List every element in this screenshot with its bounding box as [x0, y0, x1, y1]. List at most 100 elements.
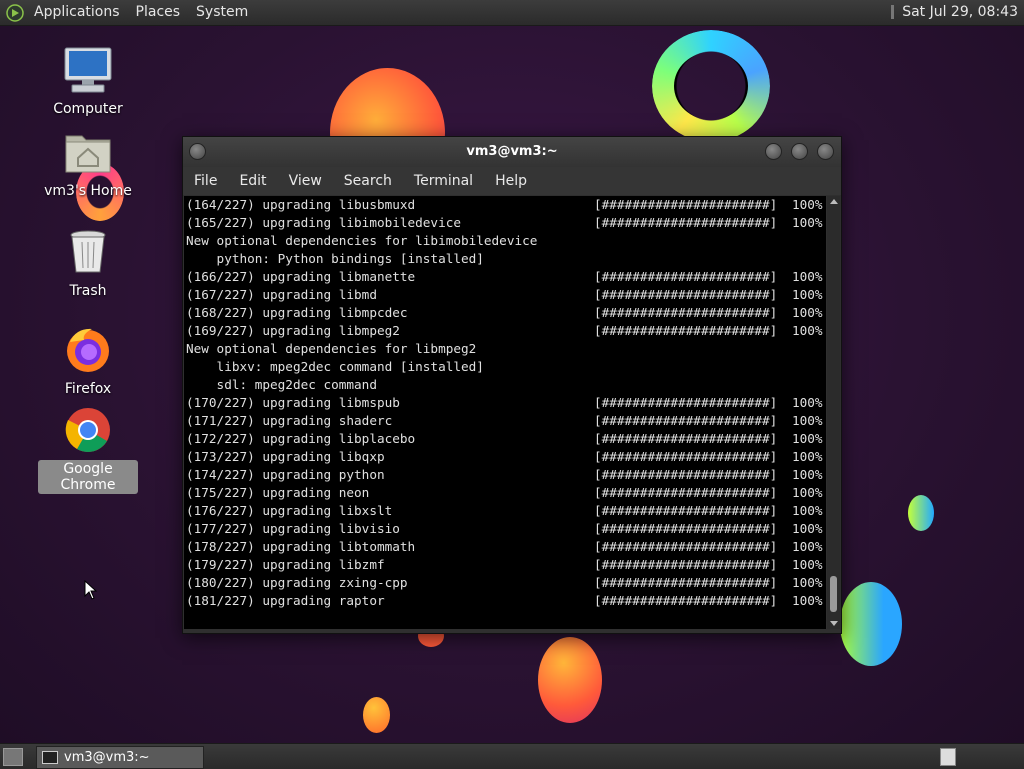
terminal-line-text: (177/227) upgrading libvisio	[186, 521, 400, 536]
home-folder-icon	[65, 135, 111, 173]
terminal-scrollbar[interactable]	[827, 196, 840, 629]
terminal-line-text: libxv: mpeg2dec command [installed]	[186, 359, 484, 374]
terminal-line: libxv: mpeg2dec command [installed]	[184, 358, 826, 376]
terminal-line-text: (169/227) upgrading libmpeg2	[186, 323, 400, 338]
terminal-line-text: (166/227) upgrading libmanette	[186, 269, 416, 284]
terminal-line-text: (175/227) upgrading neon	[186, 485, 370, 500]
progress-bar-text: [######################]	[594, 539, 778, 554]
terminal-line: (175/227) upgrading neon [###############…	[184, 484, 826, 502]
terminal-line: (174/227) upgrading python [#############…	[184, 466, 826, 484]
progress-bar-text: [######################]	[594, 557, 778, 572]
terminal-line-text: (174/227) upgrading python	[186, 467, 385, 482]
menu-search[interactable]: Search	[333, 173, 403, 189]
progress-percent: 100%	[792, 269, 823, 284]
progress-bar-text: [######################]	[594, 413, 778, 428]
progress-bar-text: [######################]	[594, 395, 778, 410]
menu-applications[interactable]: Applications	[26, 0, 128, 25]
panel-grip	[891, 5, 895, 19]
progress-percent: 100%	[792, 467, 823, 482]
scrollbar-thumb[interactable]	[830, 576, 837, 612]
terminal-line: (171/227) upgrading shaderc [############…	[184, 412, 826, 430]
progress-percent: 100%	[792, 521, 823, 536]
taskbar-window-label: vm3@vm3:~	[64, 750, 150, 765]
terminal-line: (176/227) upgrading libxslt [############…	[184, 502, 826, 520]
menu-help[interactable]: Help	[484, 173, 538, 189]
progress-percent: 100%	[792, 539, 823, 554]
progress-bar-text: [######################]	[594, 197, 778, 212]
menu-places[interactable]: Places	[128, 0, 189, 25]
progress-percent: 100%	[792, 197, 823, 212]
progress-bar-text: [######################]	[594, 431, 778, 446]
menu-terminal[interactable]: Terminal	[403, 173, 484, 189]
terminal-line: sdl: mpeg2dec command	[184, 376, 826, 394]
desktop-icon-firefox[interactable]: Firefox	[38, 326, 138, 398]
desktop-icon-label: vm3's Home	[44, 183, 132, 199]
progress-percent: 100%	[792, 575, 823, 590]
progress-percent: 100%	[792, 431, 823, 446]
show-desktop-icon[interactable]	[3, 748, 23, 766]
window-menu-button[interactable]	[189, 143, 206, 160]
terminal-line-text: (171/227) upgrading shaderc	[186, 413, 393, 428]
progress-bar-text: [######################]	[594, 575, 778, 590]
terminal-line-text: (168/227) upgrading libmpcdec	[186, 305, 408, 320]
terminal-line-text: New optional dependencies for libmpeg2	[186, 341, 477, 356]
menu-edit[interactable]: Edit	[228, 173, 277, 189]
terminal-line-text: (176/227) upgrading libxslt	[186, 503, 393, 518]
progress-bar-text: [######################]	[594, 215, 778, 230]
desktop-icon-label: Google Chrome	[38, 460, 138, 494]
scroll-down-arrow-icon[interactable]	[830, 621, 838, 626]
trash-icon	[70, 230, 106, 273]
progress-percent: 100%	[792, 557, 823, 572]
progress-bar-text: [######################]	[594, 305, 778, 320]
distro-logo-icon[interactable]	[6, 3, 24, 22]
terminal-line-text: New optional dependencies for libimobile…	[186, 233, 538, 248]
terminal-icon	[42, 751, 58, 764]
progress-percent: 100%	[792, 323, 823, 338]
progress-bar-text: [######################]	[594, 503, 778, 518]
progress-percent: 100%	[792, 305, 823, 320]
terminal-line-text: (179/227) upgrading libzmf	[186, 557, 385, 572]
terminal-line: python: Python bindings [installed]	[184, 250, 826, 268]
bottom-panel: vm3@vm3:~	[0, 743, 1024, 769]
progress-percent: 100%	[792, 503, 823, 518]
progress-bar-text: [######################]	[594, 449, 778, 464]
terminal-menubar: File Edit View Search Terminal Help	[183, 167, 841, 195]
maximize-button[interactable]	[791, 143, 808, 160]
desktop-icon-home[interactable]: vm3's Home	[38, 128, 138, 200]
taskbar-window-button[interactable]: vm3@vm3:~	[36, 746, 204, 769]
workspace-switcher[interactable]	[940, 748, 956, 766]
menu-file[interactable]: File	[183, 173, 228, 189]
terminal-line-text: (164/227) upgrading libusbmuxd	[186, 197, 416, 212]
desktop-icon-trash[interactable]: Trash	[38, 228, 138, 300]
terminal-line: (178/227) upgrading libtommath [#########…	[184, 538, 826, 556]
desktop-icon-computer[interactable]: Computer	[38, 46, 138, 118]
clock[interactable]: Sat Jul 29, 08:43	[891, 0, 1018, 25]
clock-text: Sat Jul 29, 08:43	[902, 4, 1018, 20]
terminal-output[interactable]: (164/227) upgrading libusbmuxd [#########…	[184, 196, 826, 629]
terminal-window[interactable]: vm3@vm3:~ File Edit View Search Terminal…	[182, 136, 842, 634]
minimize-button[interactable]	[765, 143, 782, 160]
scroll-up-arrow-icon[interactable]	[830, 199, 838, 204]
progress-bar-text: [######################]	[594, 269, 778, 284]
terminal-line: (181/227) upgrading raptor [#############…	[184, 592, 826, 610]
menu-view[interactable]: View	[278, 173, 333, 189]
terminal-line-text: (178/227) upgrading libtommath	[186, 539, 416, 554]
progress-bar-text: [######################]	[594, 593, 778, 608]
terminal-line: (168/227) upgrading libmpcdec [##########…	[184, 304, 826, 322]
terminal-line-text: (172/227) upgrading libplacebo	[186, 431, 416, 446]
terminal-line: (164/227) upgrading libusbmuxd [#########…	[184, 196, 826, 214]
terminal-line: (166/227) upgrading libmanette [#########…	[184, 268, 826, 286]
desktop-icon-chrome[interactable]: Google Chrome	[38, 406, 138, 494]
menu-system[interactable]: System	[188, 0, 256, 25]
progress-bar-text: [######################]	[594, 485, 778, 500]
top-panel: Applications Places System Sat Jul 29, 0…	[0, 0, 1024, 26]
terminal-line: (167/227) upgrading libmd [##############…	[184, 286, 826, 304]
progress-percent: 100%	[792, 215, 823, 230]
progress-percent: 100%	[792, 395, 823, 410]
terminal-line: (172/227) upgrading libplacebo [#########…	[184, 430, 826, 448]
computer-icon	[64, 47, 112, 93]
decorative-orange-blob	[538, 637, 602, 723]
progress-bar-text: [######################]	[594, 467, 778, 482]
close-button[interactable]	[817, 143, 834, 160]
window-titlebar[interactable]: vm3@vm3:~	[183, 137, 841, 167]
